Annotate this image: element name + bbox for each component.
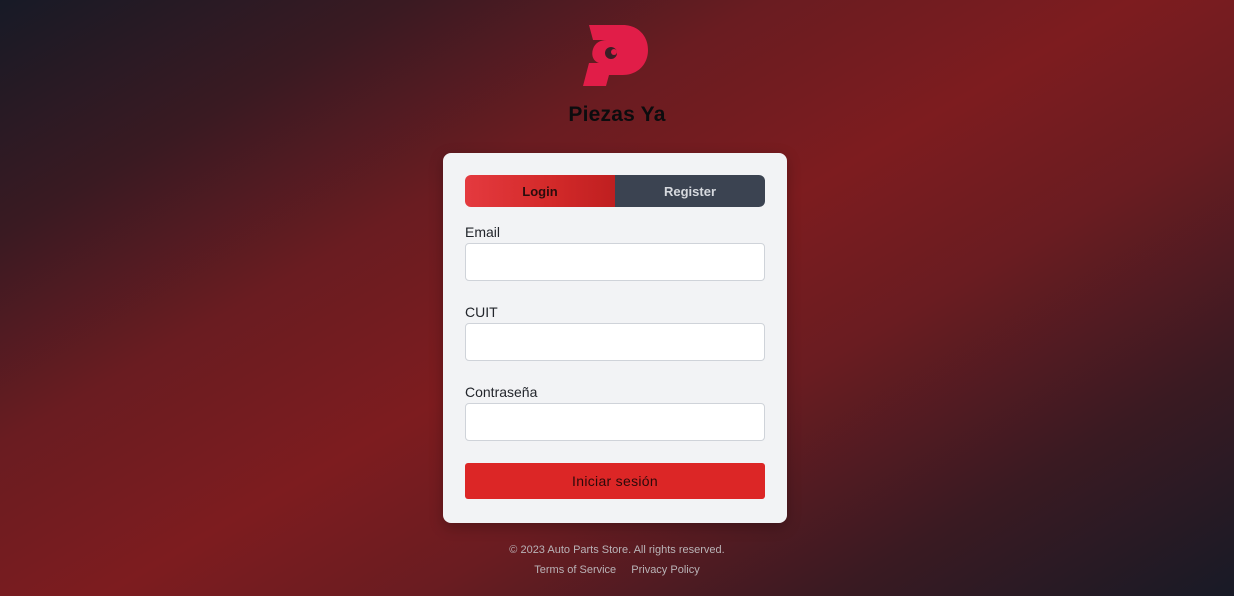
- password-label: Contraseña: [465, 384, 538, 400]
- cuit-field-group: CUIT: [465, 304, 765, 361]
- password-input[interactable]: [465, 403, 765, 441]
- auth-card: Login Register Email CUIT Contraseña Ini…: [443, 153, 787, 523]
- copyright-text: © 2023 Auto Parts Store. All rights rese…: [509, 544, 725, 556]
- tab-login[interactable]: Login: [465, 175, 615, 207]
- brand-name: Piezas Ya: [568, 103, 666, 126]
- cuit-input[interactable]: [465, 323, 765, 361]
- cuit-label: CUIT: [465, 304, 498, 320]
- auth-tabs: Login Register: [465, 175, 765, 207]
- terms-of-service-link[interactable]: Terms of Service: [534, 564, 616, 576]
- email-label: Email: [465, 224, 501, 240]
- privacy-policy-link[interactable]: Privacy Policy: [631, 564, 699, 576]
- email-input[interactable]: [465, 243, 765, 281]
- login-submit-button[interactable]: Iniciar sesión: [465, 463, 765, 499]
- password-field-group: Contraseña: [465, 384, 765, 441]
- piezas-ya-logo-icon: [583, 25, 648, 86]
- email-field-group: Email: [465, 224, 765, 281]
- tab-register[interactable]: Register: [615, 175, 765, 207]
- footer-links: Terms of Service Privacy Policy: [0, 564, 1234, 576]
- footer: © 2023 Auto Parts Store. All rights rese…: [0, 544, 1234, 576]
